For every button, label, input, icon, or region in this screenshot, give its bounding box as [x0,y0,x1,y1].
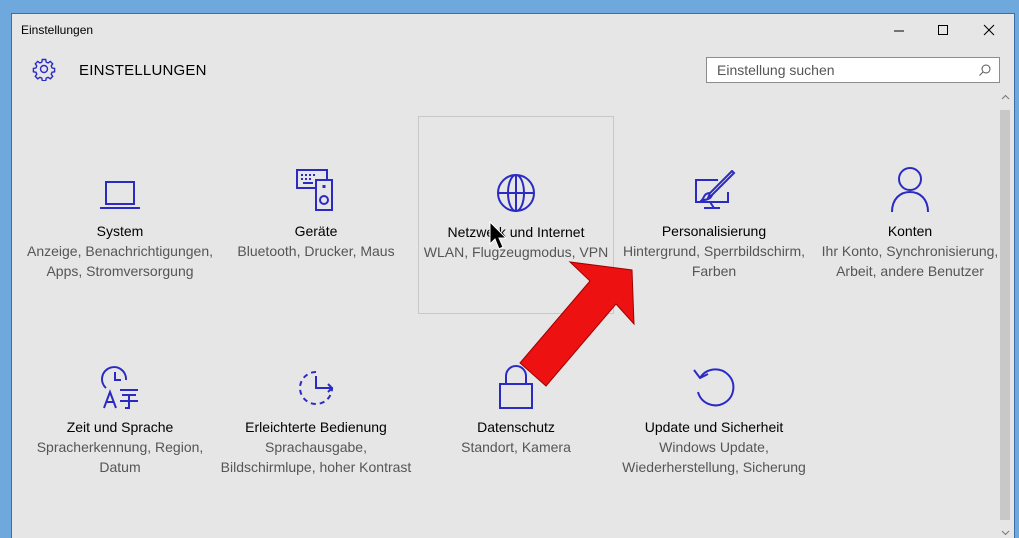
tile-description: Anzeige, Benachrichtigungen, Apps, Strom… [26,243,214,279]
settings-header: EINSTELLUNGEN [12,54,1014,90]
close-button[interactable] [966,14,1012,46]
update-icon [693,368,735,407]
minimize-button[interactable] [876,14,922,46]
maximize-icon [938,25,948,35]
minimize-icon [894,30,904,32]
person-icon [891,167,929,213]
tile-label: Erleichterte Bedienung [245,419,387,435]
tile-accounts[interactable]: Konten Ihr Konto, Synchronisierung, Arbe… [812,154,1008,281]
tile-label: Personalisierung [661,223,767,239]
tile-personalization[interactable]: Personalisierung Hintergrund, Sperrbilds… [616,154,812,281]
tile-description: Sprachausgabe, Bildschirmlupe, hoher Kon… [220,439,412,475]
lock-icon [499,365,533,409]
scroll-down-icon[interactable] [997,528,1014,538]
tile-label: Datenschutz [477,419,555,435]
tile-time-language[interactable]: Zeit und Sprache Spracherkennung, Region… [22,350,218,477]
tile-description: Ihr Konto, Synchronisierung, Arbeit, and… [821,243,999,279]
globe-icon [497,174,535,212]
gear-icon [32,58,56,81]
scroll-up-icon[interactable] [997,92,1014,102]
paint-icon [695,170,736,209]
tile-description: Spracherkennung, Region, Datum [36,439,204,475]
search-box[interactable] [706,57,1000,83]
tile-devices[interactable]: Geräte Bluetooth, Drucker, Maus [218,154,414,261]
time-language-icon [101,366,138,409]
tile-description: WLAN, Flugzeugmodus, VPN [423,244,609,260]
tile-description: Windows Update, Wiederherstellung, Siche… [622,439,806,475]
tile-label: Zeit und Sprache [66,419,174,435]
tile-label: Netzwerk und Internet [447,224,585,240]
tile-label: Update und Sicherheit [644,419,784,435]
search-input[interactable] [707,58,977,82]
tile-description: Standort, Kamera [461,439,571,455]
page-title: EINSTELLUNGEN [79,62,207,79]
tile-label: Konten [887,223,933,239]
laptop-icon [100,181,140,209]
tile-description: Hintergrund, Sperrbildschirm, Farben [622,243,806,279]
tile-label: System [96,223,144,239]
tile-description: Bluetooth, Drucker, Maus [237,243,395,259]
ease-of-access-icon [299,371,334,405]
search-icon[interactable] [978,63,992,77]
close-icon [983,24,995,36]
tile-system[interactable]: System Anzeige, Benachrichtigungen, Apps… [22,154,218,281]
title-bar[interactable]: Einstellungen [12,14,1014,46]
tile-ease-of-access[interactable]: Erleichterte Bedienung Sprachausgabe, Bi… [218,350,414,477]
window-title: Einstellungen [21,23,94,37]
settings-window: Einstellungen EINSTELLUNGEN Einstellung … [11,13,1015,538]
devices-icon [296,169,333,211]
tile-network[interactable]: Netzwerk und Internet WLAN, Flugzeugmodu… [418,116,614,314]
tile-update-security[interactable]: Update und Sicherheit Windows Update, Wi… [616,350,812,477]
maximize-button[interactable] [920,14,966,46]
tile-label: Geräte [294,223,338,239]
tile-privacy[interactable]: Datenschutz Standort, Kamera [418,350,614,457]
